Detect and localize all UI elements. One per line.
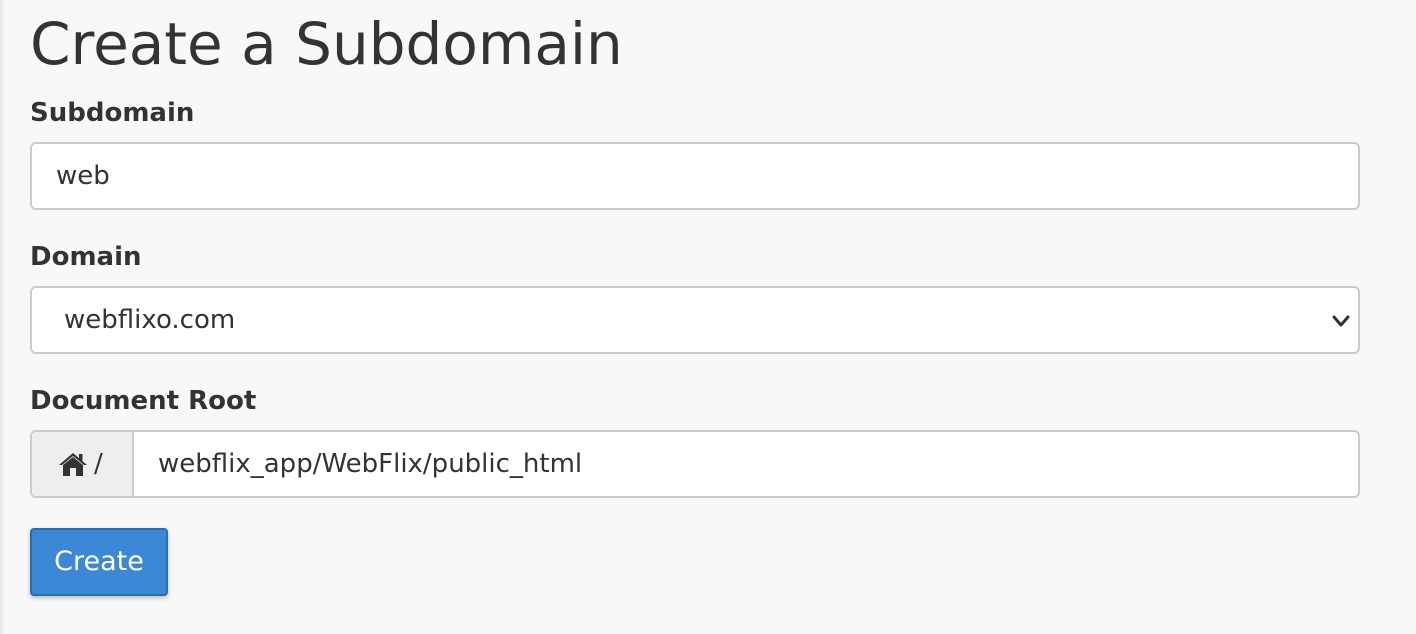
domain-label: Domain: [30, 242, 142, 272]
subdomain-label: Subdomain: [30, 98, 195, 128]
document-root-label: Document Root: [30, 386, 257, 416]
subdomain-input[interactable]: [30, 142, 1360, 210]
left-edge-shadow: [0, 0, 5, 634]
domain-select[interactable]: webflixo.com: [30, 286, 1360, 354]
create-button[interactable]: Create: [30, 528, 168, 596]
document-root-prefix-text: /: [94, 449, 103, 479]
document-root-prefix: /: [32, 432, 134, 496]
domain-select-value: webflixo.com: [64, 305, 236, 335]
chevron-down-icon: [1332, 315, 1350, 327]
page-title: Create a Subdomain: [30, 10, 623, 78]
home-icon: [59, 453, 87, 476]
document-root-input[interactable]: [134, 432, 1358, 496]
document-root-input-group: /: [30, 430, 1360, 498]
